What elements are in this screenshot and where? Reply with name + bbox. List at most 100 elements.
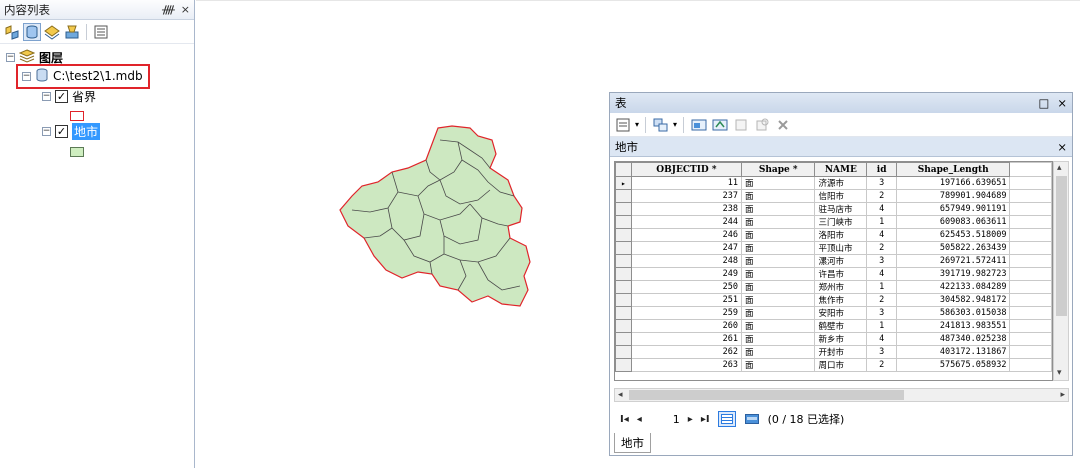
switch-selection-icon[interactable] [711, 116, 729, 134]
cell-id[interactable]: 2 [866, 241, 898, 255]
select-by-attributes-icon[interactable] [690, 116, 708, 134]
cell-id[interactable]: 1 [866, 319, 898, 333]
previous-record-button[interactable]: ◂ [637, 414, 642, 425]
dropdown-arrow-icon[interactable]: ▾ [673, 120, 677, 129]
layer-label-city[interactable]: 地市 [72, 122, 101, 140]
cell-objectid[interactable]: 263 [630, 358, 743, 372]
row-selector[interactable] [615, 215, 632, 229]
row-selector[interactable] [615, 189, 632, 203]
table-row[interactable]: 248 面漯河市 3 269721.572411 [615, 254, 1052, 268]
close-icon[interactable]: × [1057, 140, 1067, 154]
close-icon[interactable]: × [181, 3, 190, 16]
cell-id[interactable]: 4 [866, 267, 898, 281]
cell-shape-length[interactable]: 304582.948172 [896, 293, 1011, 307]
cell-id[interactable]: 2 [866, 293, 898, 307]
cell-empty[interactable] [1009, 189, 1052, 203]
collapse-icon[interactable]: − [22, 71, 31, 81]
table-tab[interactable]: 地市 [614, 433, 651, 453]
cell-shape-length[interactable]: 403172.131867 [896, 345, 1011, 359]
table-row[interactable]: 263 面周口市 2 575675.058932 [615, 358, 1052, 372]
table-row[interactable]: 237 面信阳市 2 789901.904689 [615, 189, 1052, 203]
vertical-scroll-thumb[interactable] [1056, 176, 1067, 316]
cell-name[interactable]: 济源市 [814, 176, 868, 190]
scroll-right-icon[interactable]: ▸ [1060, 391, 1065, 400]
row-selector[interactable] [615, 280, 632, 294]
next-record-button[interactable]: ▸ [688, 414, 693, 425]
row-selector[interactable] [615, 332, 632, 346]
cell-id[interactable]: 3 [866, 254, 898, 268]
dropdown-arrow-icon[interactable]: ▾ [635, 120, 639, 129]
cell-empty[interactable] [1009, 332, 1052, 346]
column-header-id[interactable]: id [866, 162, 898, 177]
cell-shape-length[interactable]: 422133.084289 [896, 280, 1011, 294]
cell-shape[interactable]: 面 [741, 189, 816, 203]
row-selector[interactable] [615, 306, 632, 320]
cell-objectid[interactable]: 260 [630, 319, 743, 333]
list-by-selection-icon[interactable] [63, 23, 81, 41]
cell-objectid[interactable]: 238 [630, 202, 743, 216]
current-record-field[interactable]: 1 [650, 413, 680, 426]
cell-shape[interactable]: 面 [741, 267, 816, 281]
layer-visibility-checkbox[interactable]: ✓ [55, 124, 68, 138]
cell-objectid[interactable]: 247 [630, 241, 743, 255]
pin-icon[interactable]: ᚎ [162, 3, 175, 16]
cell-shape-length[interactable]: 586303.015038 [896, 306, 1011, 320]
cell-empty[interactable] [1009, 319, 1052, 333]
table-row[interactable]: 250 面郑州市 1 422133.084289 [615, 280, 1052, 294]
cell-empty[interactable] [1009, 306, 1052, 320]
cell-id[interactable]: 1 [866, 280, 898, 294]
cell-empty[interactable] [1009, 358, 1052, 372]
horizontal-scroll-thumb[interactable] [629, 390, 904, 400]
scroll-left-icon[interactable]: ◂ [618, 391, 623, 400]
restore-icon[interactable]: □ [1038, 96, 1049, 110]
cell-name[interactable]: 漯河市 [814, 254, 868, 268]
first-record-button[interactable]: I◂ [620, 414, 629, 425]
cell-shape[interactable]: 面 [741, 358, 816, 372]
last-record-button[interactable]: ▸I [701, 414, 710, 425]
row-selector[interactable]: ▸ [615, 176, 632, 190]
cell-empty[interactable] [1009, 241, 1052, 255]
cell-objectid[interactable]: 248 [630, 254, 743, 268]
cell-shape[interactable]: 面 [741, 176, 816, 190]
cell-empty[interactable] [1009, 228, 1052, 242]
column-header-name[interactable]: NAME [814, 162, 868, 177]
column-header-shape-length[interactable]: Shape_Length [896, 162, 1011, 177]
cell-empty[interactable] [1009, 254, 1052, 268]
cell-shape[interactable]: 面 [741, 280, 816, 294]
row-selector[interactable] [615, 254, 632, 268]
cell-shape[interactable]: 面 [741, 332, 816, 346]
cell-shape[interactable]: 面 [741, 215, 816, 229]
cell-shape-length[interactable]: 575675.058932 [896, 358, 1011, 372]
show-all-records-button[interactable] [717, 411, 736, 427]
row-selector[interactable] [615, 345, 632, 359]
table-row[interactable]: ▸ 11 面济源市 3 197166.639651 [615, 176, 1052, 190]
cell-empty[interactable] [1009, 202, 1052, 216]
table-row[interactable]: 244 面三门峡市 1 609083.063611 [615, 215, 1052, 229]
cell-name[interactable]: 开封市 [814, 345, 868, 359]
row-selector[interactable] [615, 293, 632, 307]
tree-node-layer-province[interactable]: − ✓ 省界 [42, 87, 96, 105]
cell-objectid[interactable]: 244 [630, 215, 743, 229]
province-symbol-swatch[interactable] [70, 111, 84, 121]
cell-shape-length[interactable]: 391719.982723 [896, 267, 1011, 281]
cell-objectid[interactable]: 246 [630, 228, 743, 242]
list-by-drawing-order-icon[interactable] [3, 23, 21, 41]
cell-id[interactable]: 4 [866, 228, 898, 242]
column-header-objectid[interactable]: OBJECTID * [630, 162, 743, 177]
row-selector[interactable] [615, 228, 632, 242]
cell-shape[interactable]: 面 [741, 306, 816, 320]
cell-objectid[interactable]: 251 [630, 293, 743, 307]
row-selector[interactable] [615, 241, 632, 255]
clear-selection-icon[interactable] [732, 116, 750, 134]
cell-shape[interactable]: 面 [741, 228, 816, 242]
cell-shape-length[interactable]: 789901.904689 [896, 189, 1011, 203]
table-row[interactable]: 251 面焦作市 2 304582.948172 [615, 293, 1052, 307]
vertical-scrollbar[interactable]: ▴ ▾ [1053, 161, 1069, 381]
cell-objectid[interactable]: 249 [630, 267, 743, 281]
scroll-down-icon[interactable]: ▾ [1057, 369, 1062, 378]
table-options-icon[interactable] [614, 116, 632, 134]
cell-shape-length[interactable]: 625453.518009 [896, 228, 1011, 242]
cell-objectid[interactable]: 261 [630, 332, 743, 346]
delete-selected-icon[interactable] [774, 116, 792, 134]
cell-empty[interactable] [1009, 345, 1052, 359]
